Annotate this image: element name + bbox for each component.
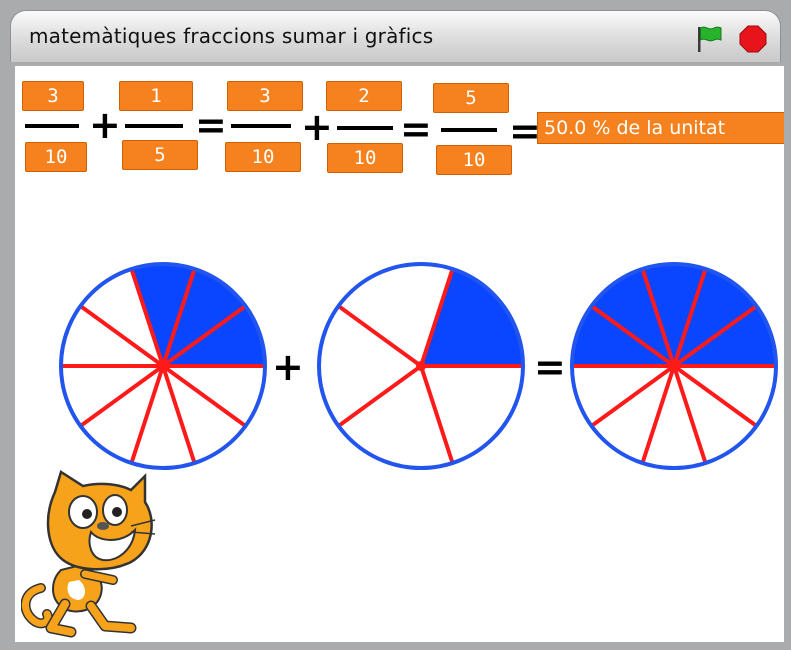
fraction-1-numerator: 3: [22, 81, 84, 111]
fraction-2-numerator: 1: [119, 81, 193, 111]
pie-five-tenths: [570, 262, 778, 470]
equals-sign-2: =: [400, 107, 432, 151]
fraction-5-numerator: 5: [433, 83, 509, 113]
project-title: matemàtiques fraccions sumar i gràfics: [29, 24, 434, 48]
fraction-3-bar: [231, 124, 291, 128]
fraction-3-denominator: 10: [225, 142, 301, 172]
fraction-1-bar: [25, 124, 79, 128]
green-flag-icon[interactable]: [694, 25, 724, 53]
pie-five-tenths-center: [669, 361, 679, 371]
pie-three-tenths: [59, 262, 267, 470]
fraction-2-bar: [125, 124, 183, 128]
plus-sign-1: +: [89, 103, 121, 147]
title-bar: matemàtiques fraccions sumar i gràfics: [10, 10, 781, 62]
pie-three-tenths-center: [158, 361, 168, 371]
pie-equals-sign: =: [534, 345, 566, 389]
fraction-1-denominator: 10: [25, 142, 87, 172]
fraction-5-bar: [441, 128, 497, 132]
fraction-5-denominator: 10: [436, 145, 512, 175]
plus-sign-2: +: [301, 105, 333, 149]
result-percentage: 50.0 % de la unitat: [537, 112, 784, 144]
stop-sign-icon[interactable]: [739, 25, 767, 53]
pie-one-fifth-center: [416, 361, 426, 371]
fraction-3-numerator: 3: [227, 81, 303, 111]
fraction-4-numerator: 2: [326, 81, 402, 111]
scratch-player-frame: matemàtiques fraccions sumar i gràfics 3…: [0, 0, 791, 650]
equals-sign-1: =: [195, 103, 227, 147]
fraction-2-denominator: 5: [122, 140, 198, 170]
stage[interactable]: 3 10 + 1 5 = 3 10 + 2 10 = 5 10 = 50.0 %…: [15, 66, 784, 642]
fraction-4-denominator: 10: [327, 143, 403, 173]
pie-one-fifth: [317, 262, 525, 470]
fraction-4-bar: [337, 126, 393, 130]
scratch-cat-sprite[interactable]: [21, 470, 157, 640]
pie-plus-sign: +: [272, 345, 304, 389]
